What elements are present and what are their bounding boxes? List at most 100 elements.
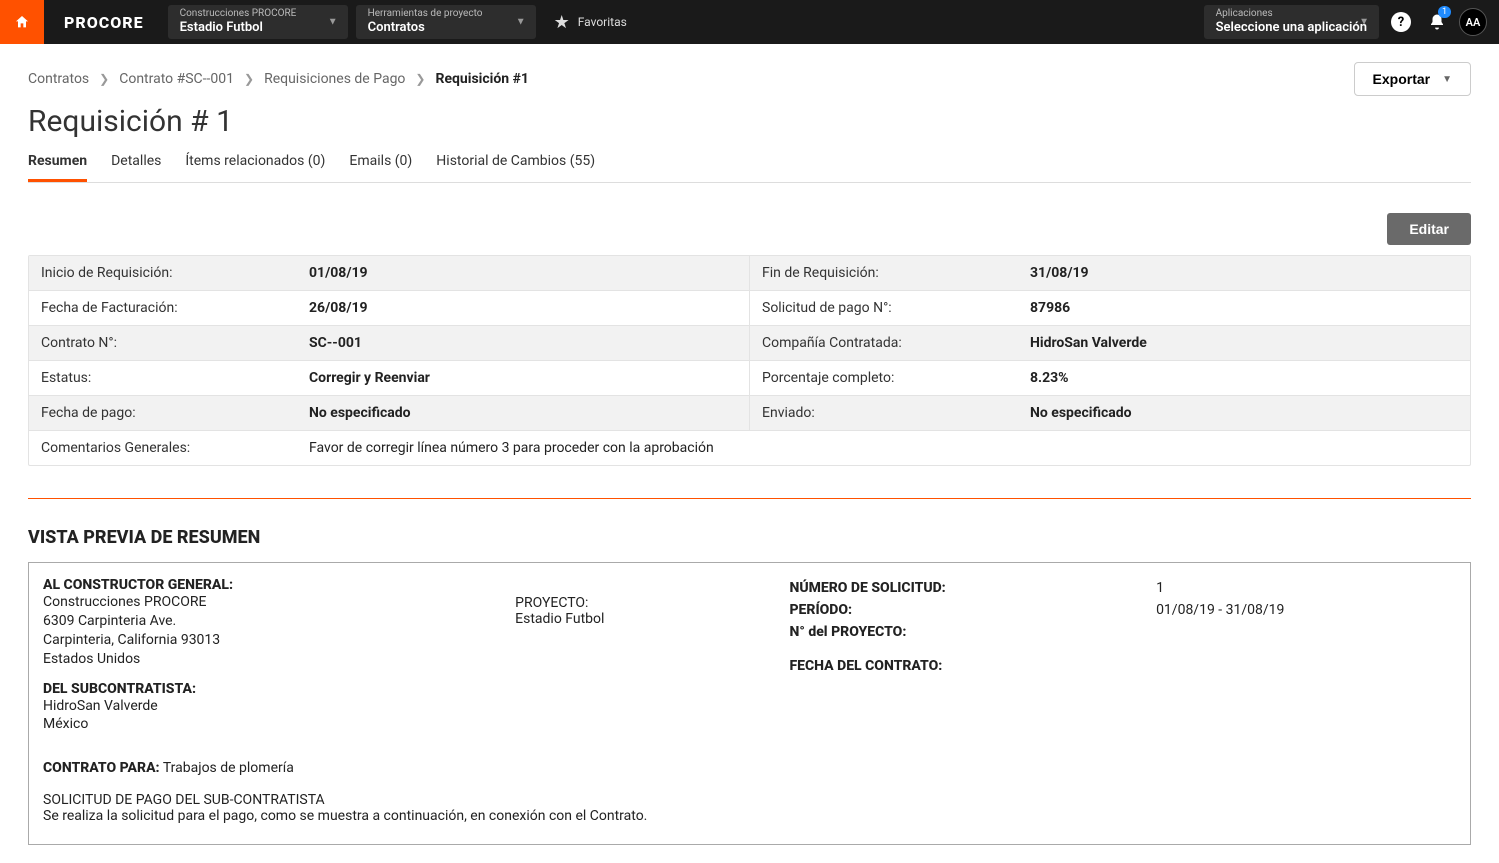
tab-resumen[interactable]: Resumen [28,145,87,182]
preview-box: AL CONSTRUCTOR GENERAL: Construcciones P… [28,562,1471,845]
preview-val [1156,624,1456,640]
table-row: Estatus: Corregir y Reenviar Porcentaje c… [29,361,1470,396]
notification-badge: 1 [1438,6,1451,18]
breadcrumb-item[interactable]: Requisiciones de Pago [264,71,405,87]
notifications-button[interactable]: 1 [1419,0,1455,44]
divider [28,498,1471,499]
gc-label: AL CONSTRUCTOR GENERAL: [43,577,495,593]
chevron-right-icon: ❯ [415,72,425,86]
field-value: 87986 [1030,300,1070,316]
preview-key: N° del PROYECTO: [789,624,1156,640]
company-selector[interactable]: Construcciones PROCORE Estadio Futbol ▼ [168,5,348,39]
chevron-down-icon: ▼ [516,17,526,28]
help-icon: ? [1391,12,1411,32]
field-value: Favor de corregir línea número 3 para pr… [309,440,714,456]
tools-selector[interactable]: Herramientas de proyecto Contratos ▼ [356,5,536,39]
tools-value: Contratos [368,20,524,37]
breadcrumb-current: Requisición #1 [435,71,528,87]
field-label: Fecha de pago: [41,405,301,421]
field-label: Contrato N°: [41,335,301,351]
field-label: Comentarios Generales: [41,440,301,456]
top-bar: PROCORE Construcciones PROCORE Estadio F… [0,0,1499,44]
breadcrumb-item[interactable]: Contrato #SC--001 [119,71,234,87]
chevron-right-icon: ❯ [99,72,109,86]
field-label: Compañía Contratada: [762,335,1022,351]
preview-row: N° del PROYECTO: [789,621,1456,643]
export-label: Exportar [1373,71,1431,87]
preview-val: 1 [1156,580,1456,596]
tools-label: Herramientas de proyecto [368,8,524,20]
field-value: 26/08/19 [309,300,368,316]
field-value: SC--001 [309,335,362,351]
footnote-title: SOLICITUD DE PAGO DEL SUB-CONTRATISTA [43,792,1456,808]
field-value: 31/08/19 [1030,265,1089,281]
sub-label: DEL SUBCONTRATISTA: [43,681,495,697]
gc-line: Construcciones PROCORE [43,593,495,612]
project-value: Estadio Futbol [515,611,769,627]
preview-heading: VISTA PREVIA DE RESUMEN [28,527,1471,548]
table-row: Fecha de pago: No especificado Enviado: No… [29,396,1470,431]
preview-key: PERÍODO: [789,602,1156,618]
tab-items[interactable]: Ítems relacionados (0) [185,145,325,182]
tab-history[interactable]: Historial de Cambios (55) [436,145,595,182]
chevron-right-icon: ❯ [244,72,254,86]
field-label: Inicio de Requisición: [41,265,301,281]
footnote-text: Se realiza la solicitud para el pago, co… [43,808,1456,824]
favorites-link[interactable]: ★ Favoritas [540,0,641,44]
logo: PROCORE [44,0,164,44]
summary-table: Inicio de Requisición: 01/08/19 Fin de Re… [28,255,1471,466]
field-value: 8.23% [1030,370,1069,386]
help-button[interactable]: ? [1383,0,1419,44]
chevron-down-icon: ▼ [328,17,338,28]
field-value: 01/08/19 [309,265,368,281]
preview-val [1156,658,1456,674]
sub-line: HidroSan Valverde [43,697,495,716]
field-label: Fecha de Facturación: [41,300,301,316]
preview-val: 01/08/19 - 31/08/19 [1156,602,1456,618]
company-label: Construcciones PROCORE [180,8,336,20]
edit-button[interactable]: Editar [1387,213,1471,245]
favorites-label: Favoritas [578,15,627,29]
apps-selector[interactable]: Aplicaciones Seleccione una aplicación ▼ [1204,5,1379,39]
tab-detalles[interactable]: Detalles [111,145,161,182]
breadcrumb: Contratos ❯ Contrato #SC--001 ❯ Requisic… [28,71,529,87]
contract-for: CONTRATO PARA: Trabajos de plomería [43,760,1456,776]
star-icon: ★ [554,12,570,33]
breadcrumb-item[interactable]: Contratos [28,71,89,87]
contract-for-value: Trabajos de plomería [163,760,294,776]
tab-emails[interactable]: Emails (0) [349,145,412,182]
preview-row: PERÍODO:01/08/19 - 31/08/19 [789,599,1456,621]
preview-key: FECHA DEL CONTRATO: [789,658,1156,674]
contract-for-label: CONTRATO PARA: [43,760,160,776]
field-label: Porcentaje completo: [762,370,1022,386]
chevron-down-icon: ▼ [1359,17,1369,28]
gc-line: Estados Unidos [43,650,495,669]
apps-label: Aplicaciones [1216,8,1367,20]
preview-key: NÚMERO DE SOLICITUD: [789,580,1156,596]
sub-line: México [43,715,495,734]
apps-value: Seleccione una aplicación [1216,20,1367,37]
table-row: Contrato N°: SC--001 Compañía Contratada:… [29,326,1470,361]
field-label: Estatus: [41,370,301,386]
preview-row: FECHA DEL CONTRATO: [789,655,1456,677]
company-value: Estadio Futbol [180,20,336,37]
chevron-down-icon: ▼ [1442,74,1452,85]
field-label: Solicitud de pago N°: [762,300,1022,316]
export-button[interactable]: Exportar ▼ [1354,62,1471,96]
table-row: Comentarios Generales: Favor de corregir … [29,431,1470,465]
project-label: PROYECTO: [515,595,769,611]
field-label: Enviado: [762,405,1022,421]
table-row: Fecha de Facturación: 26/08/19 Solicitud … [29,291,1470,326]
table-row: Inicio de Requisición: 01/08/19 Fin de Re… [29,256,1470,291]
field-value: Corregir y Reenviar [309,370,430,386]
gc-line: Carpinteria, California 93013 [43,631,495,650]
tabs: Resumen Detalles Ítems relacionados (0) … [28,145,1471,183]
avatar[interactable]: AA [1459,8,1487,36]
field-label: Fin de Requisición: [762,265,1022,281]
page-title: Requisición # 1 [28,104,1471,139]
home-icon [14,14,30,30]
preview-row: NÚMERO DE SOLICITUD:1 [789,577,1456,599]
field-value: No especificado [1030,405,1132,421]
field-value: No especificado [309,405,411,421]
home-button[interactable] [0,0,44,44]
